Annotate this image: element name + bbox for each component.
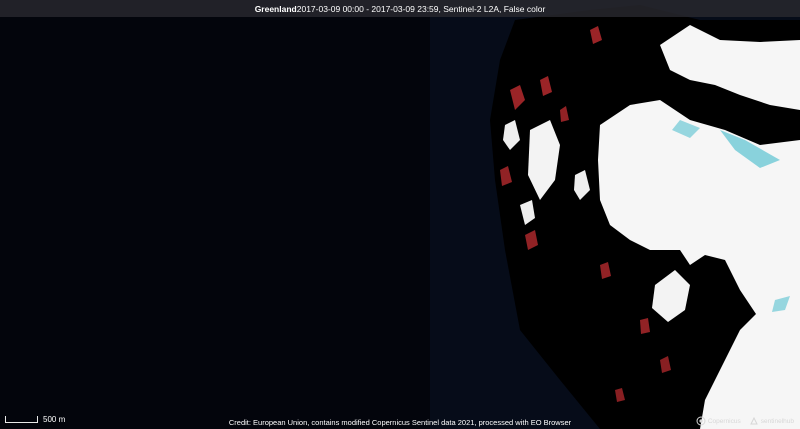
satellite-imagery-map[interactable] <box>0 0 800 429</box>
sentinel-hub-icon <box>749 416 758 425</box>
sentinel-hub-logo-text: sentinelhub <box>760 417 794 425</box>
map-title-bar: Greenland 2017-03-09 00:00 - 2017-03-09 2… <box>0 0 800 17</box>
copernicus-logo: Copernicus <box>696 416 741 426</box>
location-name: Greenland <box>254 3 297 14</box>
sentinel-hub-logo: sentinelhub <box>749 416 794 426</box>
provider-logos: Copernicus sentinelhub <box>696 416 794 426</box>
copernicus-icon <box>696 416 706 426</box>
acquisition-details: 2017-03-09 00:00 - 2017-03-09 23:59, Sen… <box>296 3 546 14</box>
copernicus-logo-text: Copernicus <box>707 417 741 425</box>
attribution-credit: Credit: European Union, contains modifie… <box>228 418 572 427</box>
